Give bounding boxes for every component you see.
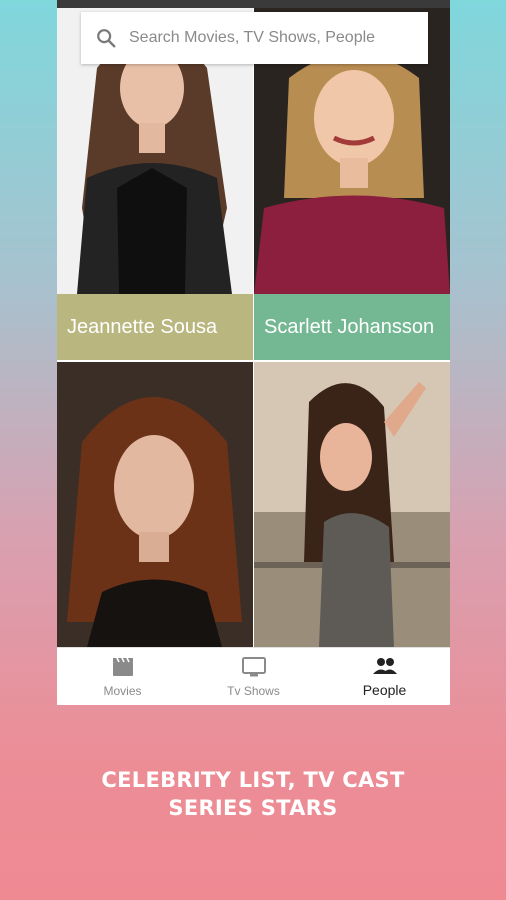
- bottom-navigation: Movies Tv Shows People: [57, 647, 450, 705]
- phone-screen: Jeannette Sousa Scarlett Johansson Searc…: [57, 0, 450, 705]
- nav-label: Movies: [103, 683, 142, 698]
- person-name: Scarlett Johansson: [254, 294, 450, 360]
- person-card[interactable]: [254, 362, 450, 647]
- person-card[interactable]: [57, 362, 253, 647]
- movie-clapper-icon: [112, 657, 133, 676]
- search-bar[interactable]: [81, 12, 428, 64]
- nav-people[interactable]: People: [319, 648, 450, 705]
- promo-tagline: CELEBRITY LIST, TV CAST SERIES STARS: [101, 768, 405, 820]
- person-photo: [57, 362, 253, 647]
- nav-label: People: [362, 681, 407, 698]
- search-input[interactable]: [129, 29, 409, 47]
- person-name: Jeannette Sousa: [57, 294, 253, 360]
- nav-label: Tv Shows: [227, 683, 280, 698]
- person-photo: [254, 362, 450, 647]
- people-icon: [372, 657, 397, 674]
- search-icon: [97, 29, 116, 48]
- nav-tv-shows[interactable]: Tv Shows: [188, 648, 319, 705]
- nav-movies[interactable]: Movies: [57, 648, 188, 705]
- status-bar: [57, 0, 450, 8]
- tv-icon: [241, 656, 266, 676]
